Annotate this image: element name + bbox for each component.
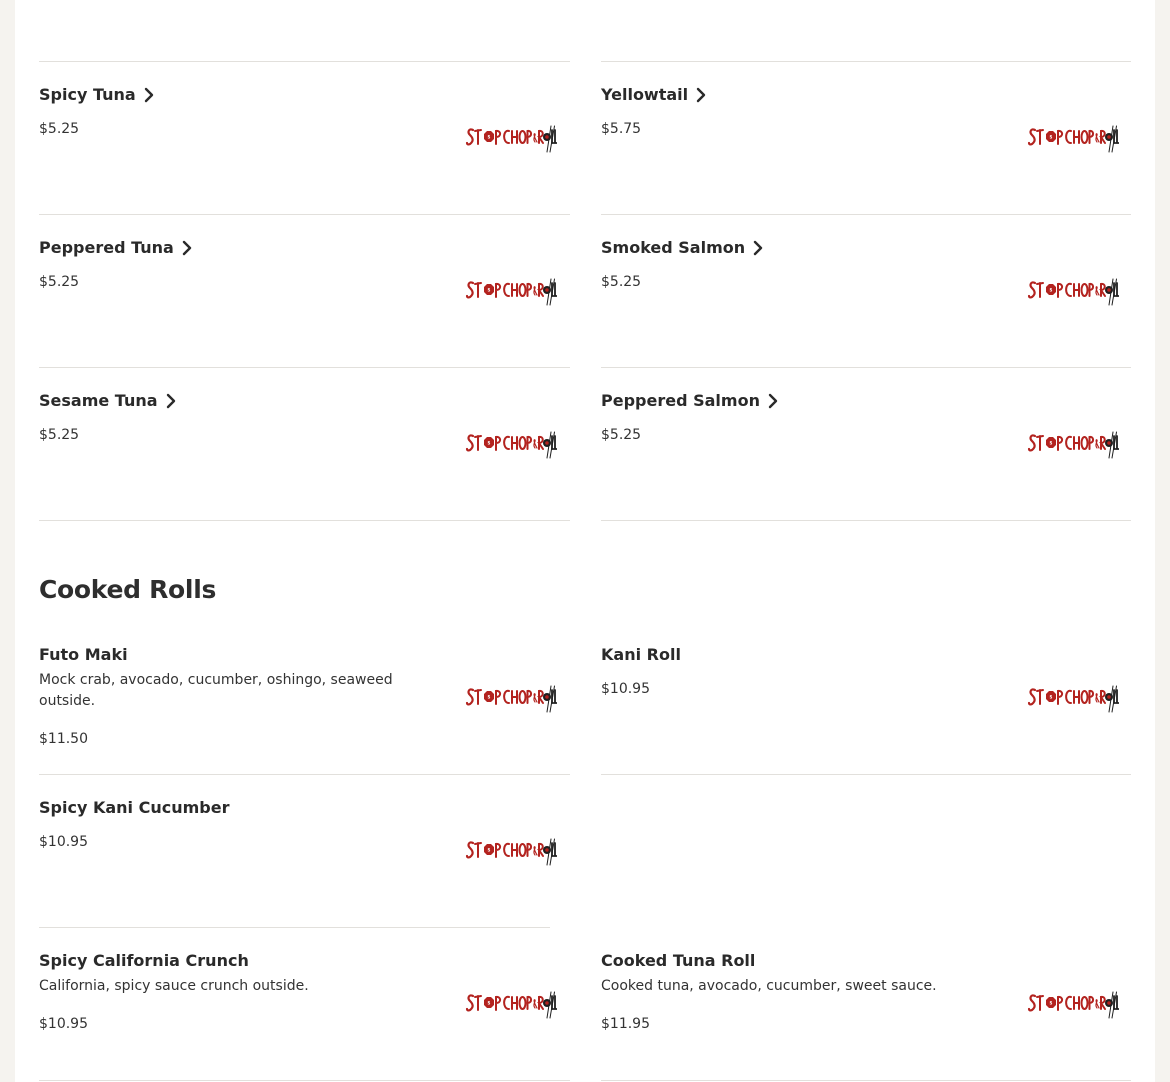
- item-name: Peppered Salmon: [601, 391, 760, 410]
- item-price: $11.95: [601, 1016, 650, 1032]
- divider: [39, 774, 570, 775]
- item-name: Peppered Tuna: [39, 238, 174, 257]
- item-description: California, spicy sauce crunch outside.: [39, 978, 309, 994]
- chevron-right-icon: [182, 240, 192, 256]
- chevron-right-icon: [768, 393, 778, 409]
- item-name: Spicy Kani Cucumber: [39, 798, 230, 817]
- divider: [601, 61, 1131, 62]
- stop-chop-roll-logo: [465, 430, 557, 460]
- menu-item-smoked-salmon[interactable]: Smoked Salmon $5.25: [601, 237, 1132, 367]
- divider: [39, 520, 570, 521]
- menu-item-peppered-tuna[interactable]: Peppered Tuna $5.25: [39, 237, 570, 367]
- item-price: $10.95: [601, 681, 650, 697]
- item-name: Spicy Tuna: [39, 85, 136, 104]
- item-price: $5.25: [39, 274, 80, 290]
- divider: [39, 61, 570, 62]
- menu-item-spicy-kani-cucumber[interactable]: Spicy Kani Cucumber $10.95: [39, 797, 570, 927]
- divider: [39, 367, 570, 368]
- stop-chop-roll-logo: [465, 990, 557, 1020]
- item-price: $11.50: [39, 731, 88, 747]
- item-description: Cooked tuna, avocado, cucumber, sweet sa…: [601, 978, 937, 994]
- item-price: $5.25: [601, 427, 642, 443]
- stop-chop-roll-logo: [1027, 124, 1119, 154]
- divider: [601, 774, 1131, 775]
- divider: [39, 214, 570, 215]
- menu-item-kani-roll[interactable]: Kani Roll $10.95: [601, 644, 1132, 774]
- stop-chop-roll-logo: [465, 684, 557, 714]
- item-name: Kani Roll: [601, 645, 681, 664]
- menu-item-yellowtail[interactable]: Yellowtail $5.75: [601, 84, 1132, 214]
- item-name: Yellowtail: [601, 85, 689, 104]
- divider: [601, 214, 1131, 215]
- chevron-right-icon: [166, 393, 175, 409]
- divider: [39, 1080, 570, 1081]
- item-price: $10.95: [39, 834, 88, 850]
- menu-item-spicy-tuna[interactable]: Spicy Tuna $5.25: [39, 84, 570, 214]
- chevron-right-icon: [144, 87, 153, 103]
- stop-chop-roll-logo: [1027, 684, 1119, 714]
- item-price: $5.25: [39, 121, 80, 137]
- stop-chop-roll-logo: [1027, 277, 1119, 307]
- item-price: $5.25: [39, 427, 80, 443]
- item-price: $5.25: [601, 274, 642, 290]
- item-name: Spicy California Crunch: [39, 951, 249, 970]
- menu-item-spicy-california-crunch[interactable]: Spicy California Crunch California, spic…: [39, 950, 570, 1080]
- menu-item-sesame-tuna[interactable]: Sesame Tuna $5.25: [39, 390, 570, 520]
- divider: [601, 520, 1131, 521]
- item-price: $10.95: [39, 1016, 88, 1032]
- stop-chop-roll-logo: [465, 277, 557, 307]
- item-price: $5.75: [601, 121, 642, 137]
- section-title-cooked-rolls: Cooked Rolls: [39, 575, 217, 604]
- menu-item-cooked-tuna-roll[interactable]: Cooked Tuna Roll Cooked tuna, avocado, c…: [601, 950, 1132, 1080]
- stop-chop-roll-logo: [1027, 430, 1119, 460]
- item-description: Mock crab, avocado, cucumber, oshingo, s…: [39, 672, 393, 709]
- divider: [601, 1080, 1131, 1081]
- item-name: Smoked Salmon: [601, 238, 746, 257]
- stop-chop-roll-logo: [1027, 990, 1119, 1020]
- stop-chop-roll-logo: [465, 837, 557, 867]
- stop-chop-roll-logo: [465, 124, 557, 154]
- chevron-right-icon: [696, 87, 706, 103]
- divider: [39, 927, 550, 928]
- menu-item-peppered-salmon[interactable]: Peppered Salmon $5.25: [601, 390, 1132, 520]
- menu-item-futo-maki[interactable]: Futo Maki Mock crab, avocado, cucumber, …: [39, 644, 570, 774]
- chevron-right-icon: [753, 240, 763, 256]
- item-name: Sesame Tuna: [39, 391, 158, 410]
- item-name: Cooked Tuna Roll: [601, 951, 756, 970]
- item-name: Futo Maki: [39, 645, 128, 664]
- divider: [601, 367, 1131, 368]
